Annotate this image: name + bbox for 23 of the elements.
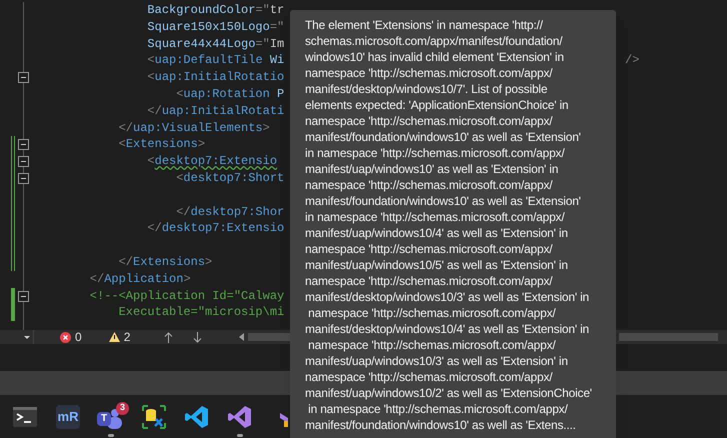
code-line: </Extensions> [118, 254, 212, 269]
code-line: <desktop7:Short [175, 170, 284, 185]
notification-badge: 3 [116, 402, 129, 414]
code-line: <desktop7:Extensio [146, 154, 278, 168]
app-icon[interactable]: mR [56, 404, 80, 428]
code-line: </desktop7:Shor [175, 204, 284, 219]
code-line: <uap:InitialRotatio [146, 70, 284, 84]
code-line: /> [625, 52, 640, 70]
code-comment: Executable="microsip\mi [118, 305, 284, 320]
code-line: </desktop7:Extensio [146, 221, 284, 236]
code-line: </Application> [88, 272, 191, 286]
code-line: </uap:InitialRotati [146, 104, 284, 118]
code-line: BackgroundColor="tr [146, 3, 284, 17]
code-line: <Extensions> [118, 137, 206, 152]
code-line: Square150x150Logo=" [146, 20, 284, 34]
code-line: </uap:VisualElements> [118, 120, 270, 135]
code-line: <uap:Rotation P [175, 86, 284, 101]
code-comment: <!--<Application Id="Calway [88, 288, 284, 303]
error-count[interactable]: 0 [75, 328, 82, 346]
code-line: <uap:DefaultTile Wi [146, 53, 284, 68]
warning-count[interactable]: 2 [124, 328, 130, 346]
code-line: Square44x44Logo="Im [146, 36, 284, 51]
error-message: The element 'Extensions' in namespace 'http:// schemas.microsoft.com/appx/manifest/foundation/ windows10' has invalid child element 'Extension' in namespace 'http://schemas.microsoft.com/appx/ manifest/desktop/windows10/7'. List of possible elements expected: 'ApplicationExtensionChoice' in namespace 'http://schemas.microsoft.com/appx/ manifest/foundation/windows10' as well as 'Extension' in namespace 'http://schemas.microsoft.com/appx/ manifest/uap/windows10' as well as 'Extension' in namespace 'http://schemas.microsoft.com/appx/ manifest/foundation/windows10' as well as 'Extension' in namespace 'http://schemas.microsoft.com/appx/ manifest/uap/windows10/4' as well as 'Extension' in namespace 'http://schemas.microsoft.com/appx/ manifest/uap/windows10/5' as well as 'Extension' in namespace 'http://schemas.microsoft.com/appx/ manifest/desktop/windows10/3' as well as 'Extension' in namespace 'http://schemas.microsoft.com/appx/ manifest/desktop/windows10/4' as well as 'Extension' in namespace 'http://schemas.microsoft.com/appx/ manifest/uap/windows10/3' as well as 'Extension' in namespace 'http://schemas.microsoft.com/appx/ manifest/uap/windows10/2' as well as 'ExtensionChoice' in namespace 'http://schemas.microsoft.com/appx/ manifest/foundation/windows10' as well as 'Extens.... [305, 17, 593, 433]
